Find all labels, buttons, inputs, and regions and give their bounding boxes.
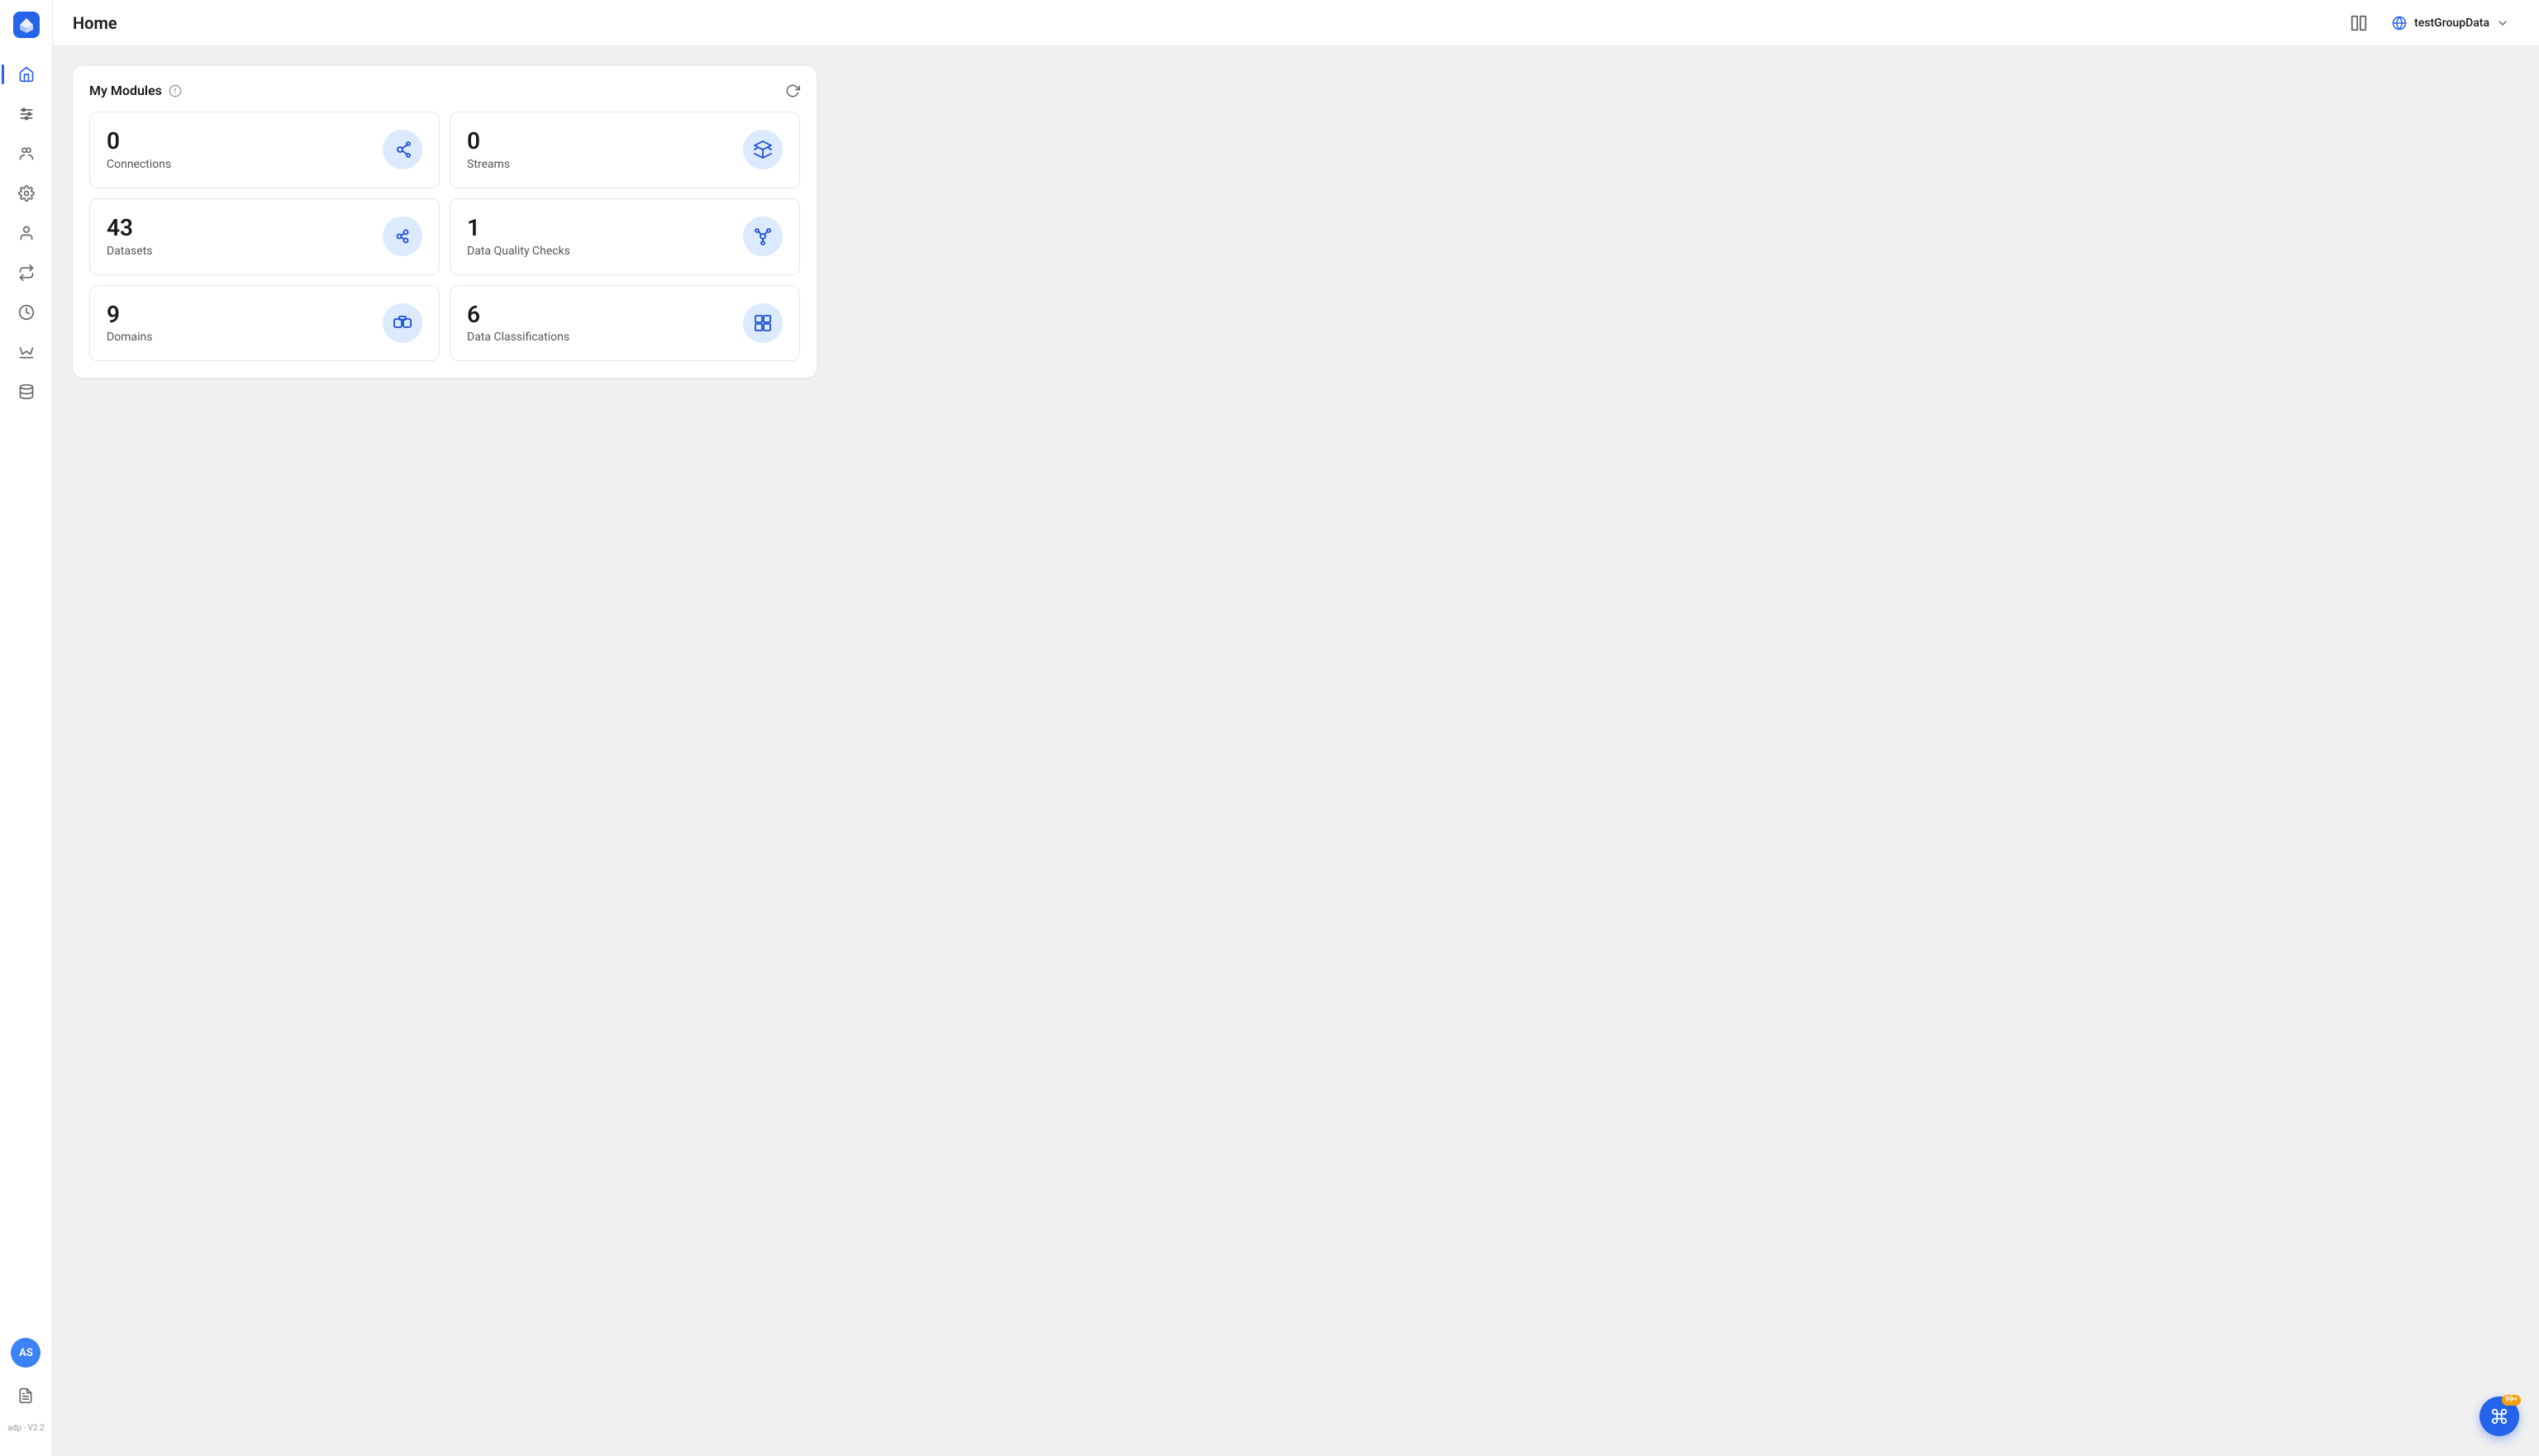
quality-checks-count: 1 xyxy=(467,216,570,241)
domains-icon xyxy=(383,303,422,343)
streams-count: 0 xyxy=(467,129,510,155)
sidebar-item-transforms[interactable] xyxy=(8,255,45,291)
modules-refresh-icon[interactable] xyxy=(785,83,800,98)
connections-icon xyxy=(383,130,422,169)
module-card-streams[interactable]: 0 Streams xyxy=(450,112,800,188)
header: Home testGroupData xyxy=(53,0,2539,46)
module-info-streams: 0 Streams xyxy=(467,129,510,171)
sidebar-item-pipelines[interactable] xyxy=(8,96,45,132)
header-right: testGroupData xyxy=(2350,10,2519,36)
classifications-label: Data Classifications xyxy=(467,331,569,344)
workspace-icon xyxy=(2391,15,2408,31)
domains-label: Domains xyxy=(107,331,152,344)
sidebar-item-docs[interactable] xyxy=(7,1377,44,1414)
module-card-connections[interactable]: 0 Connections xyxy=(89,112,440,188)
module-info-quality-checks: 1 Data Quality Checks xyxy=(467,216,570,258)
modules-title: My Modules xyxy=(89,83,162,98)
quality-checks-label: Data Quality Checks xyxy=(467,245,570,258)
avatar[interactable]: AS xyxy=(11,1338,40,1368)
connections-label: Connections xyxy=(107,158,171,171)
workspace-name: testGroupData xyxy=(2414,17,2489,30)
modules-header: My Modules xyxy=(89,83,800,98)
module-info-classifications: 6 Data Classifications xyxy=(467,302,569,345)
sidebar-item-users[interactable] xyxy=(8,215,45,251)
sidebar: AS adp · V2.2 xyxy=(0,0,53,1456)
workspace-chevron-icon xyxy=(2496,17,2509,30)
domains-count: 9 xyxy=(107,302,152,328)
sidebar-nav xyxy=(0,56,52,1338)
modules-title-group: My Modules xyxy=(89,83,182,98)
streams-label: Streams xyxy=(467,158,510,171)
module-info-domains: 9 Domains xyxy=(107,302,152,345)
main-content: Home testGroupData xyxy=(53,0,2539,1456)
module-card-datasets[interactable]: 43 Datasets xyxy=(89,198,440,275)
content-area: My Modules xyxy=(53,46,2539,1456)
module-grid: 0 Connections xyxy=(89,112,800,361)
datasets-count: 43 xyxy=(107,216,152,241)
modules-info-icon[interactable] xyxy=(169,84,182,98)
module-card-quality-checks[interactable]: 1 Data Quality Checks xyxy=(450,198,800,275)
module-card-domains[interactable]: 9 Domains xyxy=(89,285,440,362)
connections-count: 0 xyxy=(107,129,171,155)
streams-icon xyxy=(743,130,783,169)
fab-badge: 99+ xyxy=(2502,1395,2521,1406)
module-info-datasets: 43 Datasets xyxy=(107,216,152,258)
fab-button[interactable]: 99+ xyxy=(2479,1397,2519,1436)
quality-checks-icon xyxy=(743,216,783,256)
layout-toggle-icon[interactable] xyxy=(2350,14,2368,32)
sidebar-item-monitoring[interactable] xyxy=(8,294,45,331)
sidebar-item-storage[interactable] xyxy=(8,374,45,410)
sidebar-item-home[interactable] xyxy=(8,56,45,93)
workspace-selector[interactable]: testGroupData xyxy=(2381,10,2519,36)
classifications-count: 6 xyxy=(467,302,569,328)
version-label: adp · V2.2 xyxy=(7,1424,45,1433)
module-card-classifications[interactable]: 6 Data Classifications xyxy=(450,285,800,362)
datasets-label: Datasets xyxy=(107,245,152,258)
sidebar-item-quality[interactable] xyxy=(8,334,45,370)
sidebar-item-groups[interactable] xyxy=(8,136,45,172)
my-modules-card: My Modules xyxy=(73,66,817,378)
app-logo[interactable] xyxy=(12,10,41,40)
page-title: Home xyxy=(73,13,117,33)
sidebar-bottom: AS adp · V2.2 xyxy=(7,1338,45,1446)
classifications-icon xyxy=(743,303,783,343)
sidebar-item-settings[interactable] xyxy=(8,175,45,212)
datasets-icon xyxy=(383,216,422,256)
module-info-connections: 0 Connections xyxy=(107,129,171,171)
